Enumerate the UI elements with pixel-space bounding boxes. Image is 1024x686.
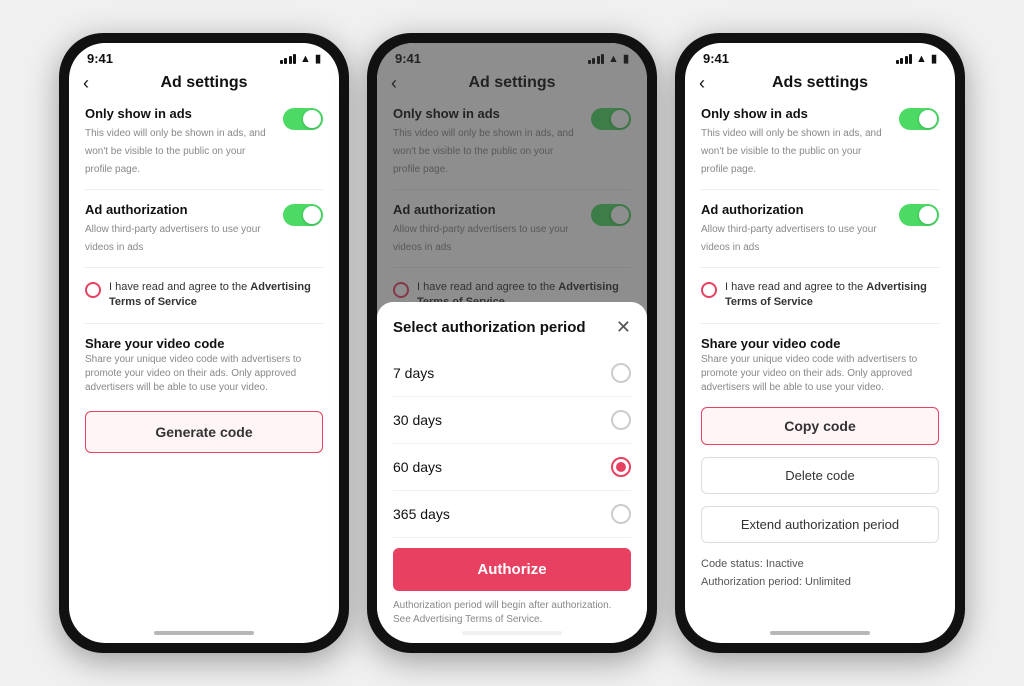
- option-60days[interactable]: 60 days: [393, 444, 631, 491]
- code-status-info: Code status: Inactive Authorization peri…: [701, 555, 939, 592]
- only-show-in-ads-row: Only show in ads This video will only be…: [85, 106, 323, 177]
- code-status-value: Inactive: [766, 558, 804, 570]
- nav-title-1: Ad settings: [160, 74, 247, 92]
- ad-auth-desc: Allow third-party advertisers to use you…: [85, 224, 261, 253]
- back-button-3[interactable]: ‹: [699, 74, 705, 92]
- divider-1b: [85, 267, 323, 268]
- radio-30days[interactable]: [611, 410, 631, 430]
- option-30days-label: 30 days: [393, 412, 442, 428]
- option-365days-label: 365 days: [393, 506, 450, 522]
- share-desc: Share your unique video code with advert…: [85, 353, 323, 395]
- modal-close-button[interactable]: ✕: [616, 318, 631, 336]
- share-desc-3: Share your unique video code with advert…: [701, 353, 939, 395]
- share-title-3: Share your video code: [701, 336, 939, 351]
- radio-7days[interactable]: [611, 363, 631, 383]
- phone-2-screen: 9:41 ▲ ▮ ‹ Ad settings: [377, 43, 647, 643]
- code-status-label: Code status:: [701, 558, 763, 570]
- only-show-toggle-3[interactable]: [899, 108, 939, 130]
- only-show-row-3: Only show in ads This video will only be…: [701, 106, 939, 177]
- wifi-icon-3: ▲: [916, 53, 927, 65]
- generate-code-button[interactable]: Generate code: [85, 411, 323, 453]
- authorize-button[interactable]: Authorize: [393, 548, 631, 591]
- extend-auth-button[interactable]: Extend authorization period: [701, 506, 939, 543]
- share-title: Share your video code: [85, 336, 323, 351]
- option-60days-label: 60 days: [393, 459, 442, 475]
- status-icons-3: ▲ ▮: [896, 52, 937, 65]
- option-7days[interactable]: 7 days: [393, 350, 631, 397]
- nav-bar-3: ‹ Ads settings: [685, 70, 955, 98]
- only-show-desc: This video will only be shown in ads, an…: [85, 128, 266, 175]
- modal-header: Select authorization period ✕: [393, 318, 631, 336]
- status-bar-3: 9:41 ▲ ▮: [685, 43, 955, 70]
- ad-auth-row-3: Ad authorization Allow third-party adver…: [701, 202, 939, 255]
- phone-3-screen: 9:41 ▲ ▮ ‹ Ads settings: [685, 43, 955, 643]
- home-indicator-2: [462, 631, 562, 635]
- modal-footer-text: Authorization period will begin after au…: [393, 599, 631, 627]
- only-show-label: Only show in ads: [85, 106, 275, 121]
- only-show-label-3: Only show in ads: [701, 106, 891, 121]
- terms-checkbox-row-3: I have read and agree to the Advertising…: [701, 280, 939, 311]
- status-bar-1: 9:41 ▲ ▮: [69, 43, 339, 70]
- time-3: 9:41: [703, 51, 729, 66]
- ad-auth-toggle[interactable]: [283, 204, 323, 226]
- phones-container: 9:41 ▲ ▮ ‹ Ad settings: [39, 13, 985, 673]
- delete-code-button[interactable]: Delete code: [701, 457, 939, 494]
- divider-1c: [85, 323, 323, 324]
- ad-auth-desc-3: Allow third-party advertisers to use you…: [701, 224, 877, 253]
- signal-icon-1: [280, 54, 297, 64]
- terms-text: I have read and agree to the Advertising…: [109, 280, 323, 311]
- copy-code-button[interactable]: Copy code: [701, 407, 939, 445]
- phone-1-screen: 9:41 ▲ ▮ ‹ Ad settings: [69, 43, 339, 643]
- auth-period-value: Unlimited: [805, 576, 851, 588]
- signal-icon-3: [896, 54, 913, 64]
- wifi-icon-1: ▲: [300, 53, 311, 65]
- share-section-3: Share your video code Share your unique …: [701, 336, 939, 395]
- back-button-1[interactable]: ‹: [83, 74, 89, 92]
- phone-1: 9:41 ▲ ▮ ‹ Ad settings: [59, 33, 349, 653]
- battery-icon-3: ▮: [931, 52, 937, 65]
- battery-icon-1: ▮: [315, 52, 321, 65]
- screen-content-3: Only show in ads This video will only be…: [685, 98, 955, 625]
- auth-period-modal: Select authorization period ✕ 7 days 30 …: [377, 302, 647, 643]
- ad-auth-toggle-3[interactable]: [899, 204, 939, 226]
- terms-text-3: I have read and agree to the Advertising…: [725, 280, 939, 311]
- terms-checkbox[interactable]: [85, 282, 101, 298]
- only-show-desc-3: This video will only be shown in ads, an…: [701, 128, 882, 175]
- share-section: Share your video code Share your unique …: [85, 336, 323, 395]
- modal-title: Select authorization period: [393, 319, 586, 336]
- nav-bar-1: ‹ Ad settings: [69, 70, 339, 98]
- divider-1a: [85, 189, 323, 190]
- terms-checkbox-row: I have read and agree to the Advertising…: [85, 280, 323, 311]
- option-7days-label: 7 days: [393, 365, 434, 381]
- option-30days[interactable]: 30 days: [393, 397, 631, 444]
- phone-3: 9:41 ▲ ▮ ‹ Ads settings: [675, 33, 965, 653]
- home-indicator-3: [770, 631, 870, 635]
- radio-60days[interactable]: [611, 457, 631, 477]
- phone-2: 9:41 ▲ ▮ ‹ Ad settings: [367, 33, 657, 653]
- terms-checkbox-3[interactable]: [701, 282, 717, 298]
- status-icons-1: ▲ ▮: [280, 52, 321, 65]
- screen-content-1: Only show in ads This video will only be…: [69, 98, 339, 625]
- ad-auth-label-3: Ad authorization: [701, 202, 891, 217]
- home-indicator-1: [154, 631, 254, 635]
- auth-period-label: Authorization period:: [701, 576, 802, 588]
- option-365days[interactable]: 365 days: [393, 491, 631, 538]
- ad-auth-row: Ad authorization Allow third-party adver…: [85, 202, 323, 255]
- nav-title-3: Ads settings: [772, 74, 868, 92]
- radio-365days[interactable]: [611, 504, 631, 524]
- only-show-toggle[interactable]: [283, 108, 323, 130]
- ad-auth-label: Ad authorization: [85, 202, 275, 217]
- time-1: 9:41: [87, 51, 113, 66]
